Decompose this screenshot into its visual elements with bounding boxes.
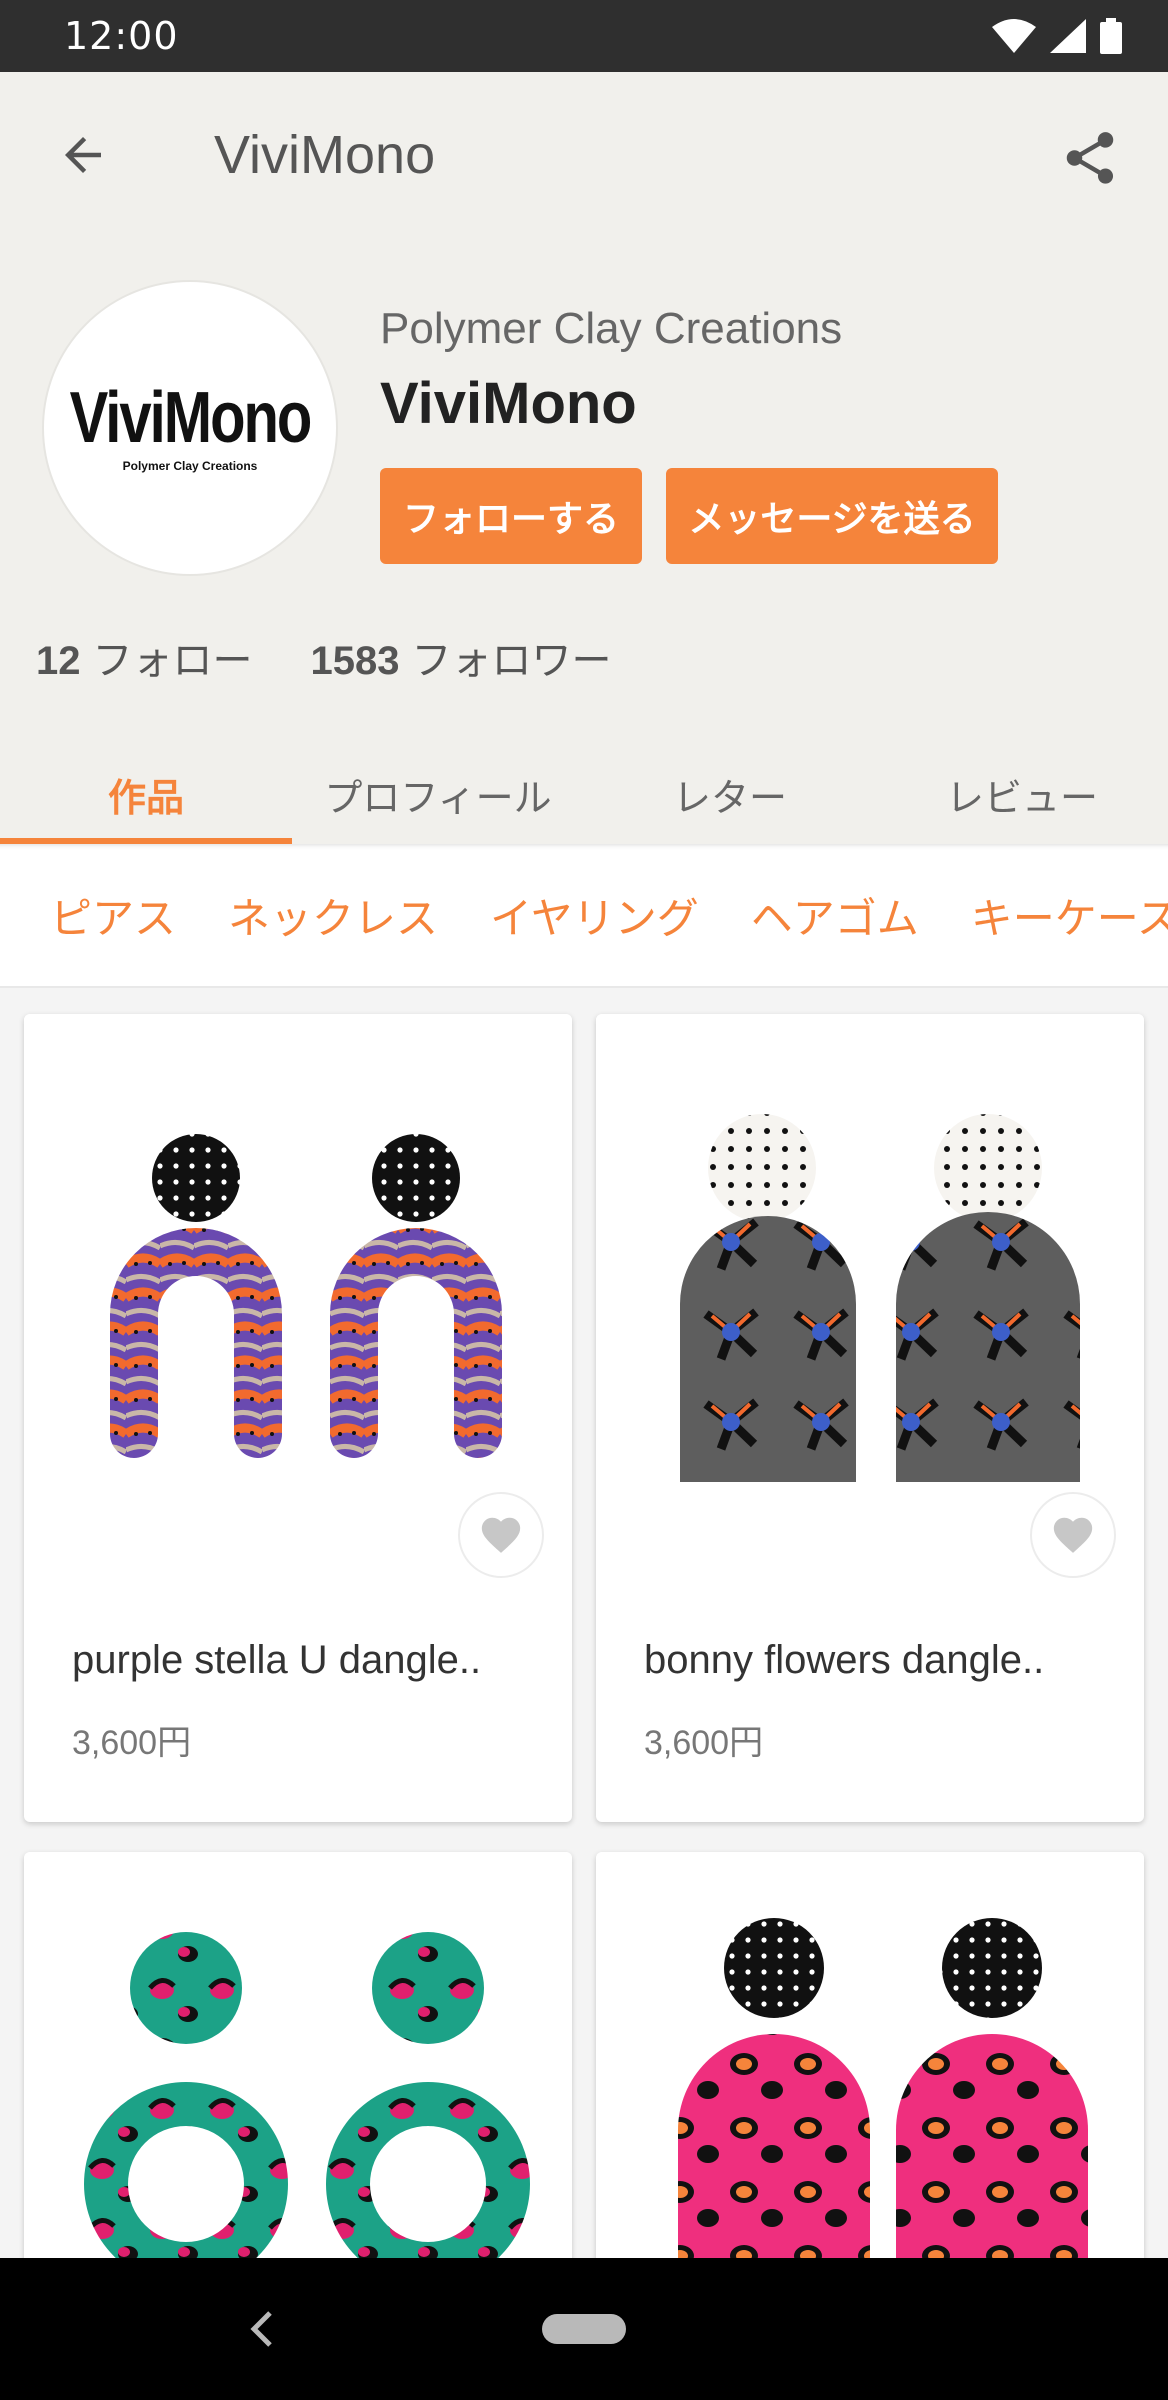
- screen: 12:00 ViviMono ViviMono Polymer Clay Cre…: [0, 0, 1168, 2400]
- followers-stat[interactable]: 1583 フォロワー: [311, 628, 612, 686]
- product-image: [24, 1852, 572, 2258]
- favorite-button[interactable]: [1030, 1492, 1116, 1578]
- product-title: bonny flowers dangle..: [644, 1638, 1045, 1682]
- followers-count: 1583: [310, 639, 400, 683]
- product-image: [24, 1014, 572, 1598]
- heart-icon: [481, 1517, 521, 1553]
- product-card[interactable]: purple stella U dangle.. 3,600円: [24, 1014, 572, 1822]
- following-label: フォロー: [92, 639, 253, 683]
- back-arrow-icon: [65, 137, 101, 173]
- share-button[interactable]: [1050, 118, 1130, 198]
- category-pierced-earrings[interactable]: ピアス: [50, 885, 176, 946]
- status-icons: [992, 18, 1122, 54]
- avatar-logo-subtitle: Polymer Clay Creations: [122, 458, 258, 473]
- product-price: 3,600円: [644, 1724, 764, 1762]
- avatar-logo: ViviMono: [69, 376, 313, 458]
- category-hair-ties[interactable]: ヘアゴム: [751, 885, 919, 946]
- product-card[interactable]: [596, 1852, 1144, 2258]
- nav-home-button[interactable]: [542, 2314, 626, 2344]
- product-title: purple stella U dangle..: [72, 1638, 482, 1682]
- product-image: [596, 1852, 1144, 2258]
- tab-works[interactable]: 作品: [0, 744, 292, 844]
- battery-icon: [1100, 18, 1122, 54]
- heart-icon: [1053, 1517, 1093, 1553]
- app-title: ViviMono: [214, 125, 436, 185]
- profile-header: ViviMono ViviMono Polymer Clay Creations…: [0, 72, 1168, 844]
- signal-icon: [1050, 19, 1086, 53]
- category-clip-earrings[interactable]: イヤリング: [490, 885, 699, 946]
- product-grid: purple stella U dangle.. 3,600円 bonny fl…: [0, 988, 1168, 2258]
- follow-stats: 12 フォロー 1583 フォロワー: [36, 628, 611, 686]
- status-bar: 12:00: [0, 0, 1168, 72]
- tab-reviews[interactable]: レビュー: [876, 744, 1168, 844]
- nav-back-button[interactable]: [238, 2306, 284, 2352]
- tab-profile[interactable]: プロフィール: [292, 744, 584, 844]
- tab-letter[interactable]: レター: [584, 744, 876, 844]
- wifi-icon: [992, 19, 1036, 53]
- send-message-button[interactable]: メッセージを送る: [666, 468, 998, 564]
- following-count: 12: [36, 639, 81, 683]
- category-bar: ピアス ネックレス イヤリング ヘアゴム キーケース: [0, 844, 1168, 988]
- category-key-cases[interactable]: キーケース: [971, 885, 1168, 946]
- category-necklaces[interactable]: ネックレス: [228, 885, 438, 946]
- profile-tabs: 作品 プロフィール レター レビュー: [0, 744, 1168, 844]
- status-time: 12:00: [64, 14, 179, 58]
- product-image: [596, 1014, 1144, 1598]
- share-icon: [1066, 132, 1114, 184]
- system-nav-bar: [0, 2258, 1168, 2400]
- chevron-left-icon: [250, 2311, 272, 2347]
- shop-avatar: ViviMono Polymer Clay Creations: [42, 280, 338, 576]
- following-stat[interactable]: 12 フォロー: [36, 628, 253, 686]
- back-button[interactable]: [50, 122, 116, 188]
- shop-subtitle: Polymer Clay Creations: [380, 304, 843, 353]
- shop-name: ViviMono: [380, 371, 637, 436]
- follow-button[interactable]: フォローする: [380, 468, 642, 564]
- product-card[interactable]: [24, 1852, 572, 2258]
- favorite-button[interactable]: [458, 1492, 544, 1578]
- product-price: 3,600円: [72, 1724, 192, 1762]
- app-bar: ViviMono: [0, 72, 1168, 240]
- followers-label: フォロワー: [411, 639, 612, 683]
- product-card[interactable]: bonny flowers dangle.. 3,600円: [596, 1014, 1144, 1822]
